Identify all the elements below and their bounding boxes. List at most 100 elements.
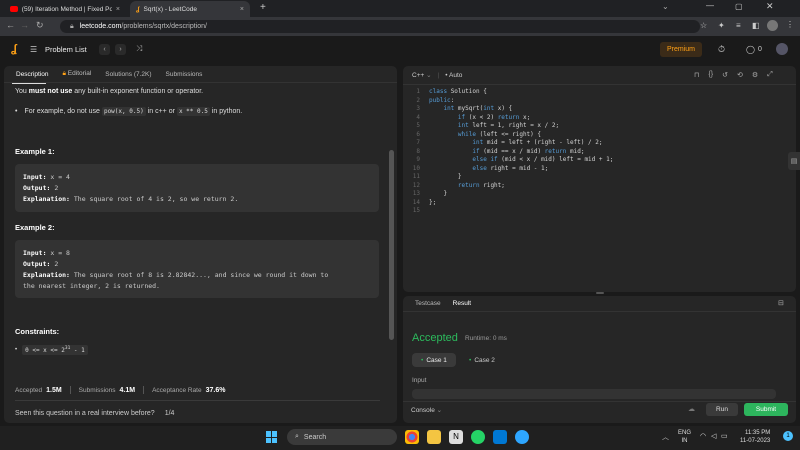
acceptance-rate-label: Acceptance Rate <box>152 386 202 394</box>
code-line[interactable]: 8 if (mid == x / mid) return mid; <box>406 148 786 157</box>
close-tab-icon[interactable]: × <box>240 6 244 13</box>
edge-icon[interactable] <box>515 430 529 444</box>
extensions-icon[interactable]: ✦ <box>718 21 725 30</box>
collapse-panel-icon[interactable]: ⊟ <box>778 299 784 307</box>
code-line[interactable]: 13 } <box>406 190 786 199</box>
example-key: Explanation: <box>23 271 70 279</box>
back-icon[interactable]: ← <box>6 20 15 30</box>
leetcode-favicon-icon: ʆ <box>136 5 140 13</box>
browser-tab-youtube[interactable]: (59) Iteration Method | Fixed Poi × <box>4 1 126 17</box>
file-explorer-icon[interactable] <box>427 430 441 444</box>
code-line[interactable]: 5 int left = 1, right = x / 2; <box>406 122 786 131</box>
line-number: 4 <box>416 113 420 121</box>
interview-row[interactable]: Seen this question in a real interview b… <box>15 410 174 417</box>
shuffle-icon[interactable]: ⤨ <box>136 44 142 54</box>
code-line[interactable]: 6 while (left <= right) { <box>406 131 786 140</box>
example-bullet: • For example, do not use pow(x, 0.5) in… <box>15 107 242 116</box>
code-line[interactable]: 10 else right = mid - 1; <box>406 165 786 174</box>
windows-start-icon[interactable] <box>266 431 278 443</box>
code-line[interactable]: 11 } <box>406 173 786 182</box>
wifi-icon[interactable]: ◠ <box>700 432 706 440</box>
tab-result[interactable]: Result <box>453 300 471 307</box>
settings-icon[interactable]: ⚙ <box>752 71 758 79</box>
bookmark-star-icon[interactable]: ☆ <box>700 21 707 30</box>
close-window-icon[interactable]: ✕ <box>766 1 774 12</box>
autocomplete-mode[interactable]: • Auto <box>445 72 462 79</box>
code-text: while (left <= right) { <box>457 130 542 138</box>
retry-icon[interactable]: ⟲ <box>737 71 743 79</box>
description-scrollbar[interactable] <box>389 150 394 340</box>
timer-icon[interactable]: ⏱ <box>718 44 725 55</box>
code-line[interactable]: 1 class Solution { <box>406 88 786 97</box>
active-tab-underline <box>12 83 46 84</box>
submit-button[interactable]: Submit <box>744 403 788 416</box>
language-indicator[interactable]: ENG IN <box>678 429 691 445</box>
notes-side-tab-icon[interactable]: ▤ <box>788 152 800 170</box>
code-line[interactable]: 3 int mySqrt(int x) { <box>406 105 786 114</box>
battery-icon[interactable]: ▭ <box>721 432 728 440</box>
code-area[interactable]: 1 class Solution {2 public: 3 int mySqrt(in… <box>406 88 786 216</box>
pass-dot-icon: • <box>421 356 424 364</box>
user-avatar[interactable] <box>776 43 788 55</box>
volume-icon[interactable]: ◁ <box>711 432 716 440</box>
chrome-icon[interactable] <box>405 430 419 444</box>
menu-dots-icon[interactable]: ⋮ <box>786 20 794 29</box>
whatsapp-icon[interactable] <box>471 430 485 444</box>
reload-icon[interactable]: ↻ <box>36 20 44 31</box>
tab-submissions[interactable]: Submissions <box>166 71 203 78</box>
code-line[interactable]: 4 if (x < 2) return x; <box>406 114 786 123</box>
vscode-icon[interactable] <box>493 430 507 444</box>
lock-icon: 🔒︎ <box>70 22 74 30</box>
forward-icon[interactable]: → <box>20 20 29 30</box>
run-button[interactable]: Run <box>706 403 738 416</box>
tray-chevron-icon[interactable]: ︿ <box>662 432 669 442</box>
code-line[interactable]: 14}; <box>406 199 786 208</box>
reset-icon[interactable]: ↺ <box>722 71 728 79</box>
console-label: Console <box>411 407 435 414</box>
profile-avatar[interactable] <box>767 20 778 31</box>
code-line[interactable]: 2 public: <box>406 97 786 106</box>
code-line[interactable]: 7 int mid = left + (right - left) / 2; <box>406 139 786 148</box>
problem-list-link[interactable]: Problem List <box>45 45 87 54</box>
example-value: 2 <box>50 184 59 192</box>
tab-editorial[interactable]: 🔒︎ Editorial <box>63 70 92 78</box>
close-tab-icon[interactable]: × <box>116 6 120 13</box>
premium-button[interactable]: Premium <box>660 42 702 57</box>
coin-icon[interactable]: ◯ <box>746 45 755 54</box>
new-tab-button[interactable]: + <box>260 2 266 13</box>
tab-solutions[interactable]: Solutions (7.2K) <box>105 71 151 78</box>
language-select[interactable]: C++ ⌄ <box>412 71 432 79</box>
maximize-icon[interactable]: ▢ <box>735 2 743 11</box>
next-problem-button[interactable]: › <box>115 44 126 55</box>
taskbar-search[interactable]: ⌕ Search <box>287 429 397 445</box>
tab-testcase[interactable]: Testcase <box>415 300 441 307</box>
tab-description[interactable]: Description <box>16 71 49 78</box>
line-number: 15 <box>412 207 420 214</box>
interview-question: Seen this question in a real interview b… <box>15 410 155 417</box>
panel-resize-handle[interactable] <box>596 292 604 294</box>
minimize-icon[interactable]: — <box>706 1 714 10</box>
code-line[interactable]: 9 else if (mid < x / mid) left = mid + 1… <box>406 156 786 165</box>
case-1-tab[interactable]: • Case 1 <box>412 353 456 367</box>
case-2-tab[interactable]: • Case 2 <box>462 353 502 367</box>
braces-icon[interactable]: {} <box>708 71 713 79</box>
url-field[interactable]: 🔒︎ leetcode.com /problems/sqrtx/descript… <box>60 20 700 33</box>
browser-tab-leetcode[interactable]: ʆ Sqrt(x) - LeetCode × <box>130 1 250 17</box>
media-icon[interactable]: ≡ <box>736 21 741 30</box>
code-line[interactable]: 12 return right; <box>406 182 786 191</box>
constraint-code: 0 <= x <= 231 - 1 <box>22 345 88 355</box>
prev-problem-button[interactable]: ‹ <box>99 44 110 55</box>
sidebar-icon[interactable]: ◧ <box>752 21 760 30</box>
list-icon[interactable]: ☰ <box>30 45 37 54</box>
notion-icon[interactable]: N <box>449 430 463 444</box>
example-line: the nearest integer, 2 is returned. <box>23 282 371 290</box>
console-toggle[interactable]: Console ⌄ <box>411 406 442 414</box>
tab-search-icon[interactable]: ⌄ <box>662 2 669 11</box>
clock[interactable]: 11:35 PM 11-07-2023 <box>740 429 770 445</box>
notification-badge[interactable]: 1 <box>783 431 793 441</box>
leetcode-logo-icon[interactable]: ʆ <box>11 43 17 55</box>
bookmark-icon[interactable]: ⊓ <box>694 71 699 79</box>
code-line[interactable]: 15 <box>406 207 786 216</box>
line-number: 8 <box>416 147 420 155</box>
fullscreen-icon[interactable]: ⤢ <box>767 71 773 79</box>
